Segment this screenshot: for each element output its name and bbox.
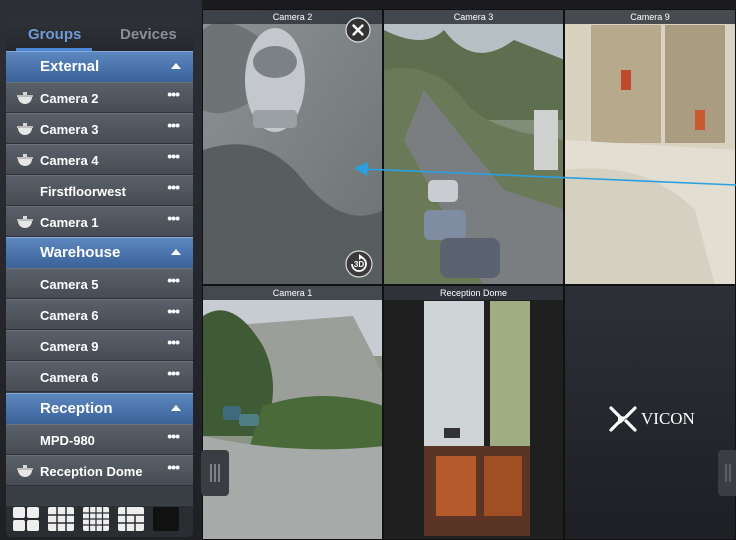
list-item-camera[interactable]: MPD-980 ••• (6, 424, 193, 455)
list-item-camera[interactable]: Camera 5 ••• (6, 268, 193, 299)
video-tile-camera-3[interactable]: Camera 3 (383, 9, 564, 285)
video-tile-camera-1[interactable]: Camera 1 (202, 285, 383, 540)
more-options-icon[interactable]: ••• (167, 365, 180, 381)
sidebar-toggle-handle[interactable] (201, 450, 229, 496)
list-item-camera[interactable]: Camera 1 ••• (6, 206, 193, 237)
grip-lines-icon (210, 464, 220, 482)
more-options-icon[interactable]: ••• (167, 272, 180, 288)
list-item-label: Camera 5 (40, 277, 99, 292)
list-item-camera[interactable]: Camera 3 ••• (6, 113, 193, 144)
camera-feed-image (565, 10, 735, 284)
more-options-icon[interactable]: ••• (167, 334, 180, 350)
camera-feed-image (384, 10, 563, 284)
list-item-label: Camera 9 (40, 339, 99, 354)
vicon-logo-mark-icon (609, 406, 637, 432)
group-label: External (40, 58, 100, 75)
svg-text:3D: 3D (354, 260, 364, 269)
swipe-arrow (354, 162, 736, 186)
close-icon[interactable] (345, 17, 371, 43)
more-options-icon[interactable]: ••• (167, 428, 180, 444)
dome-camera-icon (17, 154, 33, 166)
layout-2x2-icon[interactable] (12, 506, 40, 532)
list-item-label: Camera 3 (40, 122, 99, 137)
video-tile-empty[interactable]: VICON (564, 285, 736, 540)
dome-camera-icon (17, 92, 33, 104)
more-options-icon[interactable]: ••• (167, 86, 180, 102)
tile-label: Camera 1 (203, 286, 382, 300)
list-item-label: Firstfloorwest (40, 184, 126, 199)
group-label: Warehouse (40, 244, 121, 261)
list-item-label: Camera 6 (40, 308, 99, 323)
camera-feed-image (384, 286, 563, 539)
group-header-warehouse[interactable]: Warehouse (6, 237, 193, 268)
dome-camera-icon (17, 123, 33, 135)
layout-4x4-icon[interactable] (82, 506, 110, 532)
tile-label: Camera 3 (384, 10, 563, 24)
list-item-label: Camera 1 (40, 215, 99, 230)
list-item-camera[interactable]: Camera 4 ••• (6, 144, 193, 175)
layout-single-icon[interactable] (152, 506, 180, 532)
video-tile-reception-dome[interactable]: Reception Dome (383, 285, 564, 540)
group-header-reception[interactable]: Reception (6, 393, 193, 424)
camera-feed-image (203, 286, 382, 539)
3d-rotate-icon[interactable]: 3D (345, 250, 373, 278)
dome-camera-icon (17, 465, 33, 477)
camera-feed-image (203, 10, 382, 284)
collapse-arrow-icon[interactable] (171, 405, 181, 411)
tile-label: Camera 9 (565, 10, 735, 24)
group-header-external[interactable]: External (6, 51, 193, 82)
right-panel-handle[interactable] (718, 450, 736, 496)
layout-3x3-icon[interactable] (47, 506, 75, 532)
list-item-camera[interactable]: Camera 2 ••• (6, 82, 193, 113)
more-options-icon[interactable]: ••• (167, 179, 180, 195)
more-options-icon[interactable]: ••• (167, 117, 180, 133)
vicon-logo-text: VICON (641, 409, 695, 428)
segmented-control: Groups Devices (6, 17, 193, 51)
vicon-logo: VICON (608, 404, 695, 434)
more-options-icon[interactable]: ••• (167, 210, 180, 226)
list-item-camera[interactable]: Camera 6 ••• (6, 361, 193, 392)
sidebar-panel: Groups Devices External Camera 2 ••• Cam… (6, 17, 193, 537)
list-item-camera[interactable]: Reception Dome ••• (6, 455, 193, 486)
list-item-camera[interactable]: Firstfloorwest ••• (6, 175, 193, 206)
more-options-icon[interactable]: ••• (167, 148, 180, 164)
video-tile-camera-2[interactable]: Camera 2 3D (202, 9, 383, 285)
collapse-arrow-icon[interactable] (171, 63, 181, 69)
more-options-icon[interactable]: ••• (167, 303, 180, 319)
more-options-icon[interactable]: ••• (167, 459, 180, 475)
list-item-label: Camera 4 (40, 153, 99, 168)
list-item-label: Camera 6 (40, 370, 99, 385)
tab-groups[interactable]: Groups (28, 26, 81, 43)
collapse-arrow-icon[interactable] (171, 249, 181, 255)
sidebar: Groups Devices External Camera 2 ••• Cam… (0, 0, 202, 540)
grip-lines-icon (725, 464, 731, 482)
list-item-label: Reception Dome (40, 464, 143, 479)
tab-devices[interactable]: Devices (120, 26, 177, 43)
dome-camera-icon (17, 216, 33, 228)
list-item-label: Camera 2 (40, 91, 99, 106)
group-label: Reception (40, 400, 113, 417)
list-item-camera[interactable]: Camera 9 ••• (6, 330, 193, 361)
tile-label: Reception Dome (384, 286, 563, 300)
list-item-camera[interactable]: Camera 6 ••• (6, 299, 193, 330)
layout-mixed-icon[interactable] (117, 506, 145, 532)
video-tile-camera-9[interactable]: Camera 9 (564, 9, 736, 285)
list-item-label: MPD-980 (40, 433, 95, 448)
